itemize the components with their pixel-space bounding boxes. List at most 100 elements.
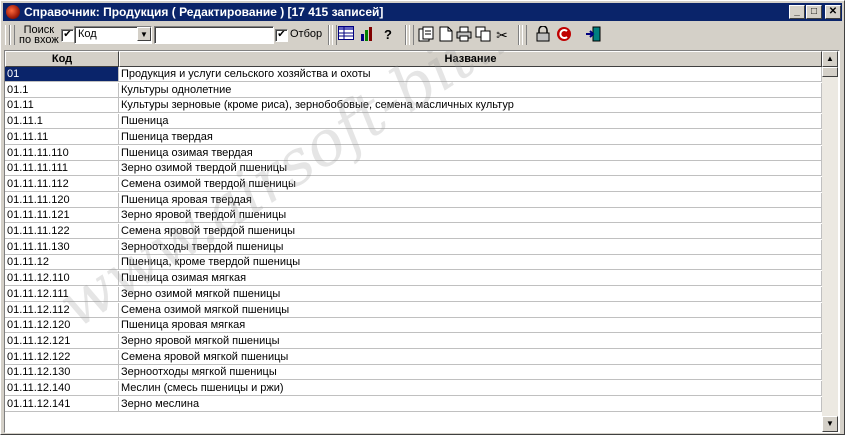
table-row[interactable]: 01.11 Культуры зерновые (кроме риса), зер… <box>5 98 822 114</box>
table-row[interactable]: 01.1 Культуры однолетние <box>5 82 822 99</box>
filter-checkbox[interactable]: ✔ <box>275 29 288 42</box>
table-row[interactable]: 01.11.12.110 Пшеница озимая мягкая <box>5 271 822 287</box>
app-icon[interactable] <box>6 5 20 19</box>
cell-name[interactable]: Культуры зерновые (кроме риса), зернобоб… <box>119 98 822 114</box>
table-row[interactable]: 01.11.11.110 Пшеница озимая твердая <box>5 145 822 162</box>
cell-name[interactable]: Пшеница яровая твердая <box>119 192 822 208</box>
cell-code[interactable]: 01.11.11.130 <box>5 239 119 255</box>
lock-icon[interactable] <box>534 25 552 44</box>
cell-code[interactable]: 01.11.11.111 <box>5 161 119 177</box>
toolbar-grip-5[interactable] <box>522 25 527 45</box>
close-button[interactable]: ✕ <box>825 5 841 19</box>
table-row[interactable]: 01.11.11.122 Семена яровой твердой пшениц… <box>5 224 822 240</box>
table-row[interactable]: 01.11.12.141 Зерно меслина <box>5 396 822 413</box>
cell-code[interactable]: 01.11.11.122 <box>5 224 119 239</box>
title-bar[interactable]: Справочник: Продукция ( Редактирование )… <box>3 3 842 21</box>
table-row[interactable]: 01.11.11.121 Зерно яровой твердой пшеницы <box>5 208 822 224</box>
minimize-button[interactable]: _ <box>789 5 805 19</box>
cell-code[interactable]: 01.11.12.112 <box>5 302 119 318</box>
print-icon[interactable] <box>455 26 473 44</box>
cell-code[interactable]: 01.11.12.120 <box>5 318 119 334</box>
refresh-icon[interactable] <box>555 26 573 44</box>
scroll-down-button[interactable]: ▼ <box>822 416 838 432</box>
cell-name[interactable]: Пшеница яровая мягкая <box>119 318 822 334</box>
scroll-up-button[interactable]: ▲ <box>822 51 838 67</box>
table-row[interactable]: 01.11.12.121 Зерно яровой мягкой пшеницы <box>5 333 822 350</box>
cell-name[interactable]: Пшеница твердая <box>119 129 822 145</box>
table-row[interactable]: 01.11.11.112 Семена озимой твердой пшениц… <box>5 176 822 193</box>
search-field-combo[interactable]: Код ▼ <box>74 26 152 44</box>
cell-name[interactable]: Меслин (смесь пшеницы и ржи) <box>119 381 822 396</box>
toolbar-grip-4[interactable] <box>409 25 414 45</box>
cell-name[interactable]: Зерно меслина <box>119 396 822 412</box>
table-row[interactable]: 01.11.11 Пшеница твердая <box>5 129 822 146</box>
chevron-down-icon[interactable]: ▼ <box>137 27 151 41</box>
cell-code[interactable]: 01.11.11.110 <box>5 145 119 161</box>
vertical-scrollbar[interactable]: ▲ ▼ <box>822 51 838 432</box>
cell-name[interactable]: Пшеница озимая мягкая <box>119 271 822 287</box>
cell-name[interactable]: Семена яровой мягкой пшеницы <box>119 349 822 365</box>
cell-code[interactable]: 01.11.12.141 <box>5 396 119 412</box>
cell-code[interactable]: 01 <box>5 67 119 82</box>
cell-name[interactable]: Зерно озимой твердой пшеницы <box>119 161 822 177</box>
cell-name[interactable]: Семена озимой мягкой пшеницы <box>119 302 822 318</box>
table-row[interactable]: 01.11.12 Пшеница, кроме твердой пшеницы <box>5 255 822 271</box>
cell-code[interactable]: 01.11.11 <box>5 129 119 145</box>
toolbar-grip-2[interactable] <box>10 25 15 45</box>
search-mode-checkbox[interactable]: ✔ <box>61 29 74 42</box>
table-row[interactable]: 01.11.1 Пшеница <box>5 114 822 130</box>
exit-icon[interactable] <box>584 26 602 44</box>
table-row[interactable]: 01.11.11.111 Зерно озимой твердой пшеницы <box>5 161 822 177</box>
chart-icon[interactable] <box>358 26 376 44</box>
table-row[interactable]: 01 Продукция и услуги сельского хозяйства… <box>5 67 822 83</box>
search-label-line2: по вхож <box>19 34 59 46</box>
search-input[interactable] <box>154 26 274 44</box>
cell-name[interactable]: Культуры однолетние <box>119 82 822 98</box>
filter-label: Отбор <box>290 28 323 40</box>
cell-name[interactable]: Пшеница, кроме твердой пшеницы <box>119 255 822 271</box>
cell-code[interactable]: 01.11.12.110 <box>5 271 119 287</box>
cell-code[interactable]: 01.11.12.140 <box>5 381 119 396</box>
cell-name[interactable]: Зерно озимой мягкой пшеницы <box>119 286 822 302</box>
cell-code[interactable]: 01.11.12.121 <box>5 333 119 349</box>
copy-icon[interactable] <box>474 26 492 44</box>
table-row[interactable]: 01.11.11.120 Пшеница яровая твердая <box>5 192 822 209</box>
cell-name[interactable]: Пшеница озимая твердая <box>119 145 822 161</box>
table-row[interactable]: 01.11.12.122 Семена яровой мягкой пшеницы <box>5 349 822 366</box>
cell-name[interactable]: Продукция и услуги сельского хозяйства и… <box>119 67 822 82</box>
column-header-code[interactable]: Код <box>5 51 119 67</box>
cell-code[interactable]: 01.11.12 <box>5 255 119 271</box>
cell-code[interactable]: 01.11.11.112 <box>5 176 119 192</box>
maximize-button[interactable]: □ <box>806 5 822 19</box>
search-mode-label: Поиск по вхож <box>19 25 59 46</box>
cell-code[interactable]: 01.11.12.130 <box>5 365 119 381</box>
table-row[interactable]: 01.11.12.130 Зерноотходы мягкой пшеницы <box>5 365 822 381</box>
cell-code[interactable]: 01.11.11.120 <box>5 192 119 208</box>
cell-name[interactable]: Зерно яровой твердой пшеницы <box>119 208 822 224</box>
new-document-icon[interactable] <box>437 26 455 44</box>
table-row[interactable]: 01.11.12.140 Меслин (смесь пшеницы и ржи) <box>5 381 822 397</box>
cell-code[interactable]: 01.11.12.111 <box>5 286 119 302</box>
cut-icon[interactable]: ✂ <box>493 26 511 44</box>
scroll-thumb[interactable] <box>822 67 838 77</box>
table-row[interactable]: 01.11.11.130 Зерноотходы твердой пшеницы <box>5 239 822 256</box>
cell-name[interactable]: Зерно яровой мягкой пшеницы <box>119 333 822 349</box>
grid-view-icon[interactable] <box>337 26 355 44</box>
cell-code[interactable]: 01.11 <box>5 98 119 114</box>
table-row[interactable]: 01.11.12.111 Зерно озимой мягкой пшеницы <box>5 286 822 303</box>
table-row[interactable]: 01.11.12.120 Пшеница яровая мягкая <box>5 318 822 334</box>
cell-code[interactable]: 01.11.11.121 <box>5 208 119 224</box>
cell-code[interactable]: 01.11.12.122 <box>5 349 119 365</box>
data-grid[interactable]: Код Название 01 Продукция и услуги сельск… <box>4 50 840 433</box>
cell-name[interactable]: Семена озимой твердой пшеницы <box>119 176 822 192</box>
cell-name[interactable]: Зерноотходы мягкой пшеницы <box>119 365 822 381</box>
column-header-name[interactable]: Название <box>119 51 822 67</box>
help-icon[interactable]: ? <box>379 26 397 44</box>
cell-name[interactable]: Пшеница <box>119 114 822 130</box>
cell-name[interactable]: Семена яровой твердой пшеницы <box>119 224 822 239</box>
cell-name[interactable]: Зерноотходы твердой пшеницы <box>119 239 822 255</box>
cell-code[interactable]: 01.11.1 <box>5 114 119 130</box>
properties-icon[interactable] <box>417 26 435 44</box>
table-row[interactable]: 01.11.12.112 Семена озимой мягкой пшеницы <box>5 302 822 319</box>
cell-code[interactable]: 01.1 <box>5 82 119 98</box>
